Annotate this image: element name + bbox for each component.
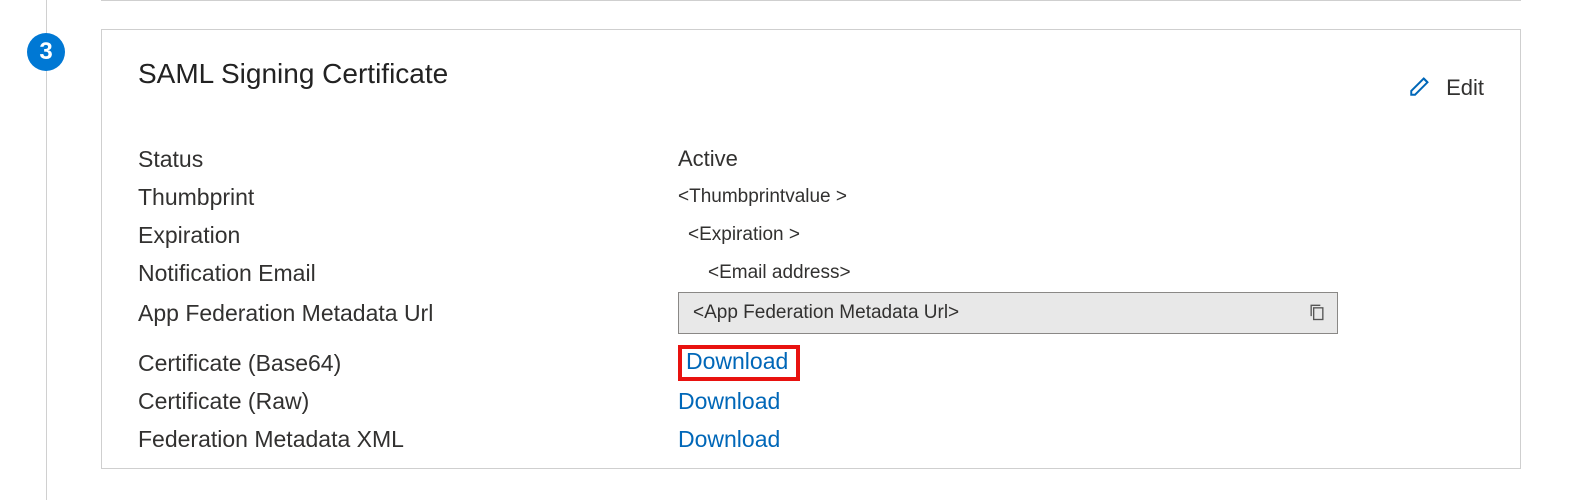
row-cert-base64: Certificate (Base64) Download [138, 344, 1484, 382]
download-cert-raw-link[interactable]: Download [678, 388, 780, 414]
edit-button[interactable]: Edit [1408, 72, 1484, 104]
status-value: Active [678, 146, 1484, 172]
row-expiration: Expiration <Expiration > [138, 216, 1484, 254]
row-status: Status Active [138, 140, 1484, 178]
pencil-icon [1408, 72, 1434, 104]
row-federation-xml: Federation Metadata XML Download [138, 420, 1484, 458]
expiration-label: Expiration [138, 222, 678, 249]
cert-raw-label: Certificate (Raw) [138, 388, 678, 415]
top-divider [101, 0, 1521, 1]
expiration-value: <Expiration > [678, 224, 1484, 246]
row-app-federation-url: App Federation Metadata Url <App Federat… [138, 292, 1484, 334]
thumbprint-value: <Thumbprintvalue > [678, 186, 1484, 208]
app-federation-url-text: <App Federation Metadata Url> [693, 302, 1307, 324]
row-thumbprint: Thumbprint <Thumbprintvalue > [138, 178, 1484, 216]
app-federation-url-label: App Federation Metadata Url [138, 300, 678, 327]
detail-rows: Status Active Thumbprint <Thumbprintvalu… [138, 140, 1484, 458]
card-header: SAML Signing Certificate Edit [138, 58, 1484, 104]
app-federation-url-value-wrap: <App Federation Metadata Url> [678, 292, 1484, 334]
download-federation-xml-link[interactable]: Download [678, 426, 780, 452]
status-label: Status [138, 146, 678, 173]
step-number-badge: 3 [27, 33, 65, 71]
federation-xml-label: Federation Metadata XML [138, 426, 678, 453]
notification-email-label: Notification Email [138, 260, 678, 287]
step-number-text: 3 [39, 38, 52, 66]
card-title: SAML Signing Certificate [138, 58, 448, 90]
row-cert-raw: Certificate (Raw) Download [138, 382, 1484, 420]
app-federation-url-input[interactable]: <App Federation Metadata Url> [678, 292, 1338, 334]
cert-raw-action-wrap: Download [678, 388, 1484, 415]
row-notification-email: Notification Email <Email address> [138, 254, 1484, 292]
vertical-divider [46, 0, 47, 500]
download-cert-base64-link[interactable]: Download [678, 345, 800, 381]
notification-email-value: <Email address> [678, 262, 1484, 284]
saml-certificate-card: SAML Signing Certificate Edit Status Act… [101, 29, 1521, 469]
cert-base64-action-wrap: Download [678, 345, 1484, 381]
thumbprint-label: Thumbprint [138, 184, 678, 211]
federation-xml-action-wrap: Download [678, 426, 1484, 453]
copy-icon[interactable] [1307, 302, 1327, 324]
edit-button-label: Edit [1446, 75, 1484, 101]
cert-base64-label: Certificate (Base64) [138, 350, 678, 377]
